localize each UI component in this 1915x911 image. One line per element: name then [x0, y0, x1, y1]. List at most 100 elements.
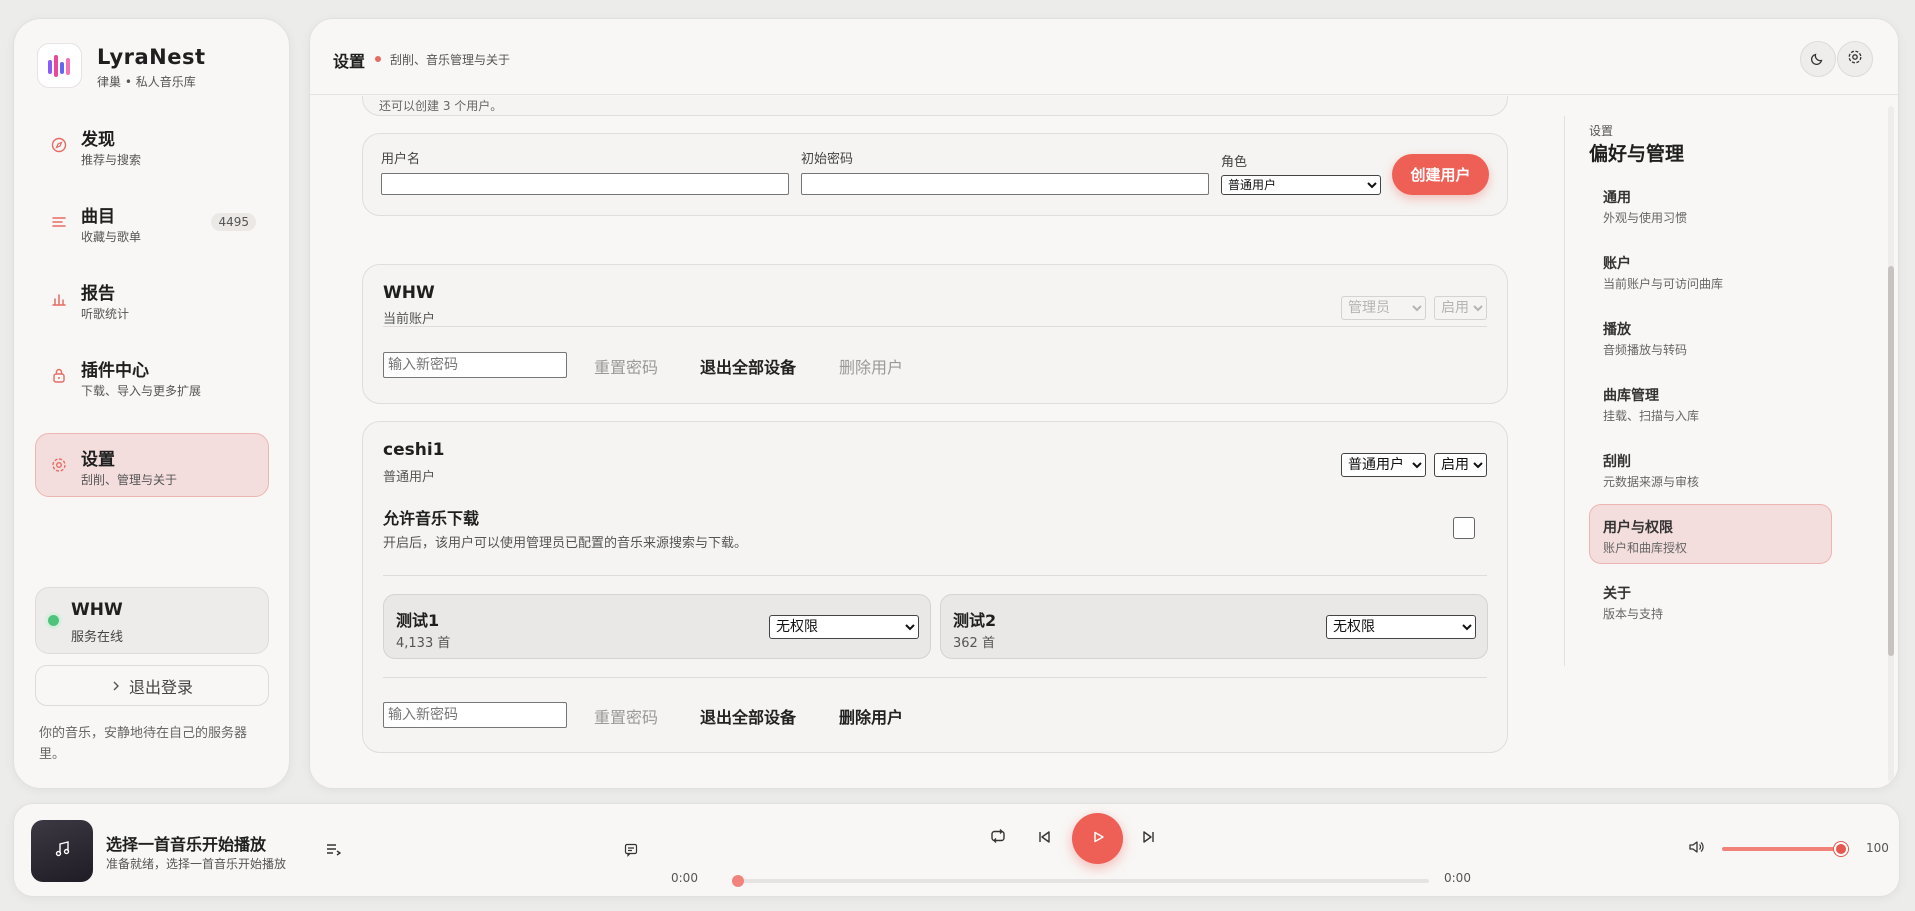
user-card-whw: WHW 当前账户 管理员 启用 重置密码 退出全部设备 删除用户 — [362, 264, 1508, 404]
volume-thumb[interactable] — [1834, 842, 1848, 856]
volume-icon — [1688, 839, 1704, 859]
settings-nav-item-sub: 版本与支持 — [1603, 607, 1664, 621]
online-status-dot — [48, 615, 59, 626]
library-permission-select[interactable]: 无权限 — [1326, 615, 1476, 639]
role-label: 角色 — [1221, 155, 1248, 170]
logout-all-devices-button[interactable]: 退出全部设备 — [700, 704, 796, 728]
allow-download-checkbox[interactable] — [1453, 517, 1475, 539]
lyrics-button[interactable] — [622, 842, 640, 860]
settings-nav-item-title: 播放 — [1603, 322, 1631, 338]
logout-label: 退出登录 — [128, 677, 193, 697]
settings-nav-item-sub: 元数据来源与审核 — [1603, 475, 1700, 489]
reset-password-button[interactable]: 重置密码 — [594, 354, 658, 378]
scrollbar[interactable] — [1888, 106, 1894, 782]
queue-button[interactable] — [323, 841, 343, 861]
list-icon — [48, 211, 70, 233]
nav-item-sub: 推荐与搜索 — [81, 153, 142, 167]
play-button[interactable] — [1072, 813, 1123, 864]
progress-slider[interactable] — [732, 875, 1429, 887]
library-name: 测试1 — [396, 611, 440, 630]
user-quota-note: 还可以创建 3 个用户。 — [379, 99, 503, 113]
logout-all-devices-button[interactable]: 退出全部设备 — [700, 354, 796, 378]
username-input[interactable] — [381, 173, 789, 195]
initial-password-label: 初始密码 — [801, 152, 854, 167]
user-status-select: 启用 — [1434, 296, 1487, 320]
progress-thumb[interactable] — [732, 875, 744, 887]
logout-button[interactable]: 退出登录 — [35, 665, 269, 706]
nav-item-title: 设置 — [81, 450, 115, 470]
settings-nav-account[interactable]: 账户 当前账户与可访问曲库 — [1589, 240, 1832, 300]
next-button[interactable] — [1139, 828, 1159, 848]
now-playing-subtitle: 准备就绪，选择一首音乐开始播放 — [106, 857, 287, 871]
settings-nav-item-sub: 账户和曲库授权 — [1603, 541, 1688, 555]
settings-nav-title: 偏好与管理 — [1589, 143, 1685, 165]
main-panel: 设置 刮削、音乐管理与关于 还可以创建 3 个用户。 用户名 初始密码 角色 普… — [309, 18, 1899, 789]
settings-nav-eyebrow: 设置 — [1589, 124, 1614, 138]
divider — [383, 677, 1487, 678]
scrollbar-thumb[interactable] — [1888, 266, 1894, 656]
nav-item-title: 插件中心 — [81, 361, 149, 381]
app-subtitle: 律巢 • 私人音乐库 — [97, 75, 196, 89]
nav-item-title: 发现 — [81, 130, 115, 150]
initial-password-input[interactable] — [801, 173, 1209, 195]
settings-nav-item-sub: 音频播放与转码 — [1603, 343, 1688, 357]
library-permission-card: 测试2 362 首 无权限 — [940, 594, 1488, 659]
bar-chart-icon — [48, 288, 70, 310]
nav-item-sub: 收藏与歌单 — [81, 230, 142, 244]
nav-item-plugins[interactable]: 插件中心 下载、导入与更多扩展 — [35, 344, 269, 408]
settings-nav-about[interactable]: 关于 版本与支持 — [1589, 570, 1832, 630]
allow-download-desc: 开启后，该用户可以使用管理员已配置的音乐来源搜索与下载。 — [383, 536, 748, 551]
app-name: LyraNest — [97, 45, 206, 69]
nav-item-tracks[interactable]: 曲目 收藏与歌单 4495 — [35, 190, 269, 254]
settings-nav-item-title: 关于 — [1603, 586, 1631, 602]
new-password-input[interactable] — [383, 702, 567, 728]
repeat-button[interactable] — [988, 828, 1008, 848]
page-title: 设置 — [333, 52, 366, 71]
chevron-right-icon — [111, 676, 121, 695]
settings-nav-general[interactable]: 通用 外观与使用习惯 — [1589, 174, 1832, 234]
reset-password-button[interactable]: 重置密码 — [594, 704, 658, 728]
user-role-select: 管理员 — [1341, 296, 1426, 320]
tracks-count-badge: 4495 — [211, 213, 256, 231]
user-name: WHW — [383, 283, 435, 303]
user-quota-card: 还可以创建 3 个用户。 — [362, 96, 1508, 116]
settings-nav-scraping[interactable]: 刮削 元数据来源与审核 — [1589, 438, 1832, 498]
volume-slider[interactable] — [1722, 842, 1848, 856]
sidebar: LyraNest 律巢 • 私人音乐库 发现 推荐与搜索 曲目 收藏与歌单 44… — [13, 18, 290, 789]
server-status-card: WHW 服务在线 — [35, 587, 269, 654]
theme-toggle-button[interactable] — [1800, 41, 1836, 77]
library-permission-select[interactable]: 无权限 — [769, 615, 919, 639]
skip-forward-icon — [1142, 829, 1156, 848]
user-role-select[interactable]: 普通用户 — [1341, 453, 1426, 477]
settings-nav-item-sub: 挂载、扫描与入库 — [1603, 409, 1700, 423]
app-logo — [37, 43, 82, 88]
delete-user-button[interactable]: 删除用户 — [839, 354, 903, 378]
settings-nav-playback[interactable]: 播放 音频播放与转码 — [1589, 306, 1832, 366]
nav-item-title: 报告 — [81, 284, 115, 304]
plugin-icon — [48, 365, 70, 387]
settings-scroll-area[interactable]: 还可以创建 3 个用户。 用户名 初始密码 角色 普通用户 创建用户 WHW 当… — [310, 96, 1898, 788]
settings-nav-users[interactable]: 用户与权限 账户和曲库授权 — [1589, 504, 1832, 564]
settings-nav-library[interactable]: 曲库管理 挂载、扫描与入库 — [1589, 372, 1832, 432]
delete-user-button[interactable]: 删除用户 — [839, 704, 903, 728]
create-user-button[interactable]: 创建用户 — [1392, 154, 1489, 195]
lyrics-icon — [624, 842, 638, 861]
user-status-select[interactable]: 启用 — [1434, 453, 1487, 477]
title-separator-dot — [375, 56, 381, 62]
nav-item-reports[interactable]: 报告 听歌统计 — [35, 267, 269, 331]
library-count: 4,133 首 — [396, 636, 451, 651]
skip-back-icon — [1037, 829, 1051, 848]
new-password-input[interactable] — [383, 352, 567, 378]
album-art — [31, 820, 93, 882]
volume-button[interactable] — [1686, 839, 1706, 859]
top-bar: 设置 刮削、音乐管理与关于 — [310, 19, 1898, 95]
time-total: 0:00 — [1444, 871, 1471, 885]
nav-item-settings[interactable]: 设置 刮削、管理与关于 — [35, 433, 269, 497]
nav-item-sub: 下载、导入与更多扩展 — [81, 384, 202, 398]
library-permission-card: 测试1 4,133 首 无权限 — [383, 594, 931, 659]
nav-item-sub: 刮削、管理与关于 — [81, 473, 178, 487]
nav-item-discover[interactable]: 发现 推荐与搜索 — [35, 113, 269, 177]
previous-button[interactable] — [1034, 828, 1054, 848]
settings-button[interactable] — [1837, 41, 1873, 77]
new-user-role-select[interactable]: 普通用户 — [1221, 175, 1381, 195]
